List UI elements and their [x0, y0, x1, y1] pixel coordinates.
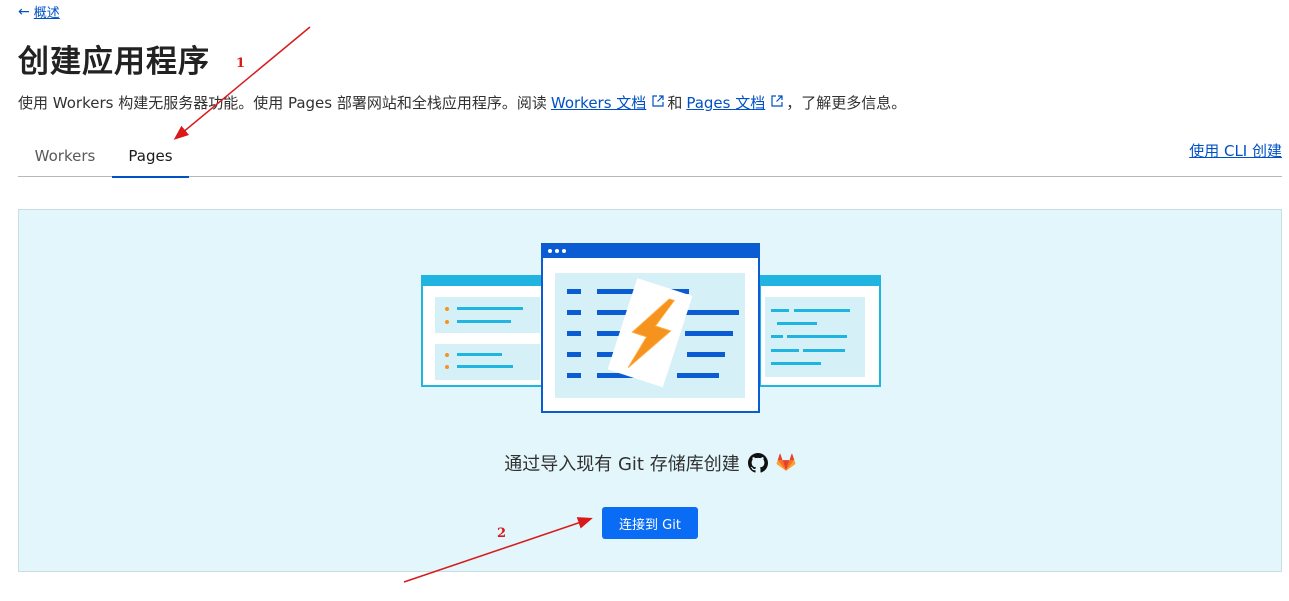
- description-prefix: 使用 Workers 构建无服务器功能。使用 Pages 部署网站和全栈应用程序…: [18, 94, 547, 112]
- pages-create-panel: 通过导入现有 Git 存储库创建 连接到 Git: [18, 209, 1282, 572]
- right-window-graphic: [759, 275, 881, 387]
- page-description: 使用 Workers 构建无服务器功能。使用 Pages 部署网站和全栈应用程序…: [18, 92, 906, 113]
- pages-illustration: [421, 243, 881, 413]
- active-tab-indicator: [112, 176, 189, 178]
- tab-bar: Workers Pages 使用 CLI 创建: [18, 134, 1282, 178]
- create-with-cli-link[interactable]: 使用 CLI 创建: [1189, 140, 1282, 161]
- annotation-label-1: 1: [236, 56, 246, 71]
- back-to-overview-link[interactable]: ← 概述: [18, 2, 60, 22]
- page-title: 创建应用程序: [18, 44, 210, 80]
- github-icon: [747, 453, 768, 473]
- main-window-graphic: [541, 243, 760, 413]
- external-link-icon: [652, 94, 664, 107]
- tab-pages[interactable]: Pages: [112, 134, 189, 178]
- description-join: 和: [667, 94, 683, 112]
- workers-docs-link[interactable]: Workers 文档: [551, 92, 646, 113]
- annotation-label-2: 2: [497, 526, 507, 541]
- back-link-label: 概述: [33, 6, 60, 21]
- gitlab-icon: [776, 453, 796, 471]
- pages-docs-link[interactable]: Pages 文档: [686, 92, 765, 113]
- arrow-left-icon: ←: [18, 3, 30, 20]
- tab-workers[interactable]: Workers: [18, 134, 112, 177]
- cta-text: 通过导入现有 Git 存储库创建: [504, 454, 740, 475]
- external-link-icon: [771, 94, 783, 107]
- tab-pages-label: Pages: [128, 146, 173, 165]
- tab-workers-label: Workers: [34, 146, 96, 165]
- description-suffix: ，了解更多信息。: [786, 94, 907, 112]
- import-git-cta: 通过导入现有 Git 存储库创建: [19, 450, 1281, 476]
- left-window-graphic: [421, 275, 543, 387]
- connect-to-git-button[interactable]: 连接到 Git: [602, 507, 698, 539]
